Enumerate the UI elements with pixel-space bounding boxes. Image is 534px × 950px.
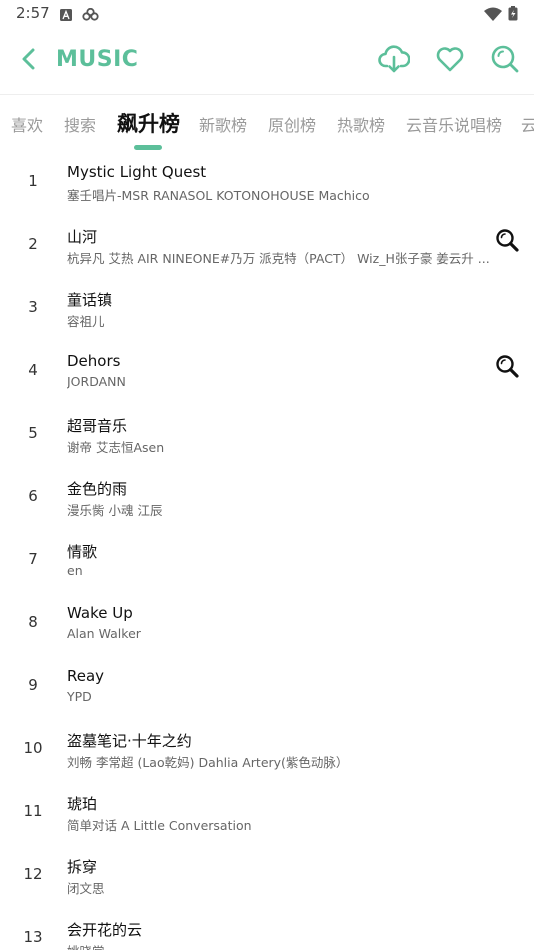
song-rank: 8	[28, 613, 38, 631]
tab-new-songs-chart[interactable]: 新歌榜	[199, 112, 247, 136]
search-icon	[495, 355, 521, 384]
song-artist: YPD	[67, 689, 92, 704]
heart-icon	[435, 45, 465, 77]
song-title: Mystic Light Quest	[67, 163, 207, 181]
song-row[interactable]: 10 盗墓笔记·十年之约 刘畅 李常超 (Lao乾妈) Dahlia Arter…	[0, 717, 534, 780]
song-title: Dehors	[67, 352, 121, 370]
status-time: 2:57	[16, 4, 50, 22]
wifi-icon	[484, 6, 502, 25]
song-artist: 闭文思	[67, 881, 105, 896]
song-title: 金色的雨	[67, 480, 128, 498]
song-rank: 3	[28, 298, 38, 316]
song-rank: 7	[28, 550, 38, 568]
back-button[interactable]	[14, 46, 44, 76]
song-rank: 10	[23, 739, 43, 757]
song-artist: 刘畅 李常超 (Lao乾妈) Dahlia Artery(紫色动脉）	[67, 755, 349, 770]
app-title: MUSIC	[56, 47, 139, 72]
song-row[interactable]: 9 Reay YPD	[0, 654, 534, 717]
song-list: 1 Mystic Light Quest 塞壬唱片-MSR RANASOL KO…	[0, 150, 534, 950]
status-bar: 2:57	[0, 0, 534, 28]
notification-a-icon	[60, 6, 72, 25]
tab-favorites[interactable]: 喜欢	[11, 112, 43, 136]
tab-soaring-chart[interactable]: 飙升榜	[117, 108, 180, 138]
song-row[interactable]: 7 情歌 en	[0, 528, 534, 591]
chart-tabs: 喜欢 搜索 飙升榜 新歌榜 原创榜 热歌榜 云音乐说唱榜 云	[0, 94, 534, 150]
song-rank: 2	[28, 235, 38, 253]
song-search-button[interactable]	[495, 228, 521, 254]
song-search-button[interactable]	[495, 354, 521, 380]
download-button[interactable]	[377, 44, 411, 78]
song-row[interactable]: 6 金色的雨 漫乐胔 小魂 江辰	[0, 465, 534, 528]
song-row[interactable]: 2 山河 杭异凡 艾热 AIR NINEONE#乃万 派克特（PACT） Wiz…	[0, 213, 534, 276]
song-rank: 6	[28, 487, 38, 505]
song-rank: 5	[28, 424, 38, 442]
search-button[interactable]	[488, 44, 522, 78]
tab-hot-songs-chart[interactable]: 热歌榜	[337, 112, 385, 136]
song-row[interactable]: 1 Mystic Light Quest 塞壬唱片-MSR RANASOL KO…	[0, 150, 534, 213]
song-rank: 11	[23, 802, 43, 820]
app-bar: MUSIC	[0, 28, 534, 94]
tab-rap-chart[interactable]: 云音乐说唱榜	[406, 112, 502, 136]
song-artist: 姚晓棠	[67, 941, 493, 950]
song-row[interactable]: 11 琥珀 简单对话 A Little Conversation	[0, 780, 534, 843]
song-title: 会开花的云	[67, 921, 143, 939]
song-title: 超哥音乐	[67, 417, 128, 435]
song-title: 盗墓笔记·十年之约	[67, 732, 192, 750]
search-icon	[490, 44, 520, 78]
song-artist: 容祖儿	[67, 314, 105, 329]
search-icon	[495, 229, 521, 258]
song-row[interactable]: 12 拆穿 闭文思	[0, 843, 534, 906]
song-title: 情歌	[67, 543, 98, 561]
back-arrow-icon	[21, 48, 37, 74]
notification-app-icon	[82, 6, 99, 25]
tab-more[interactable]: 云	[521, 112, 534, 136]
tab-search[interactable]: 搜索	[64, 112, 96, 136]
battery-icon	[508, 6, 518, 25]
song-row[interactable]: 5 超哥音乐 谢帝 艾志恒Asen	[0, 402, 534, 465]
song-artist: 谢帝 艾志恒Asen	[67, 440, 165, 455]
song-artist: Alan Walker	[67, 626, 141, 641]
song-title: 拆穿	[67, 858, 98, 876]
song-row[interactable]: 8 Wake Up Alan Walker	[0, 591, 534, 654]
song-title: 山河	[67, 228, 98, 246]
song-artist: 漫乐胔 小魂 江辰	[67, 503, 163, 518]
song-title: Wake Up	[67, 604, 133, 622]
song-artist: 塞壬唱片-MSR RANASOL KOTONOHOUSE Machico	[67, 188, 370, 203]
song-rank: 12	[23, 865, 43, 883]
song-title: 童话镇	[67, 291, 113, 309]
song-rank: 9	[28, 676, 38, 694]
song-rank: 13	[23, 928, 43, 946]
song-title: Reay	[67, 667, 105, 685]
song-rank: 4	[28, 361, 38, 379]
song-artist: en	[67, 563, 83, 578]
tab-original-chart[interactable]: 原创榜	[268, 112, 316, 136]
song-row[interactable]: 3 童话镇 容祖儿	[0, 276, 534, 339]
favorites-button[interactable]	[433, 44, 467, 78]
song-row[interactable]: 4 Dehors JORDANN	[0, 339, 534, 402]
cloud-download-icon	[378, 44, 411, 78]
song-artist: 简单对话 A Little Conversation	[67, 818, 252, 833]
song-rank: 1	[28, 172, 38, 190]
song-row[interactable]: 13 会开花的云 姚晓棠	[0, 906, 534, 950]
song-artist: 杭异凡 艾热 AIR NINEONE#乃万 派克特（PACT） Wiz_H张子豪…	[67, 251, 490, 266]
song-artist: JORDANN	[67, 374, 126, 389]
song-title: 琥珀	[67, 795, 98, 813]
